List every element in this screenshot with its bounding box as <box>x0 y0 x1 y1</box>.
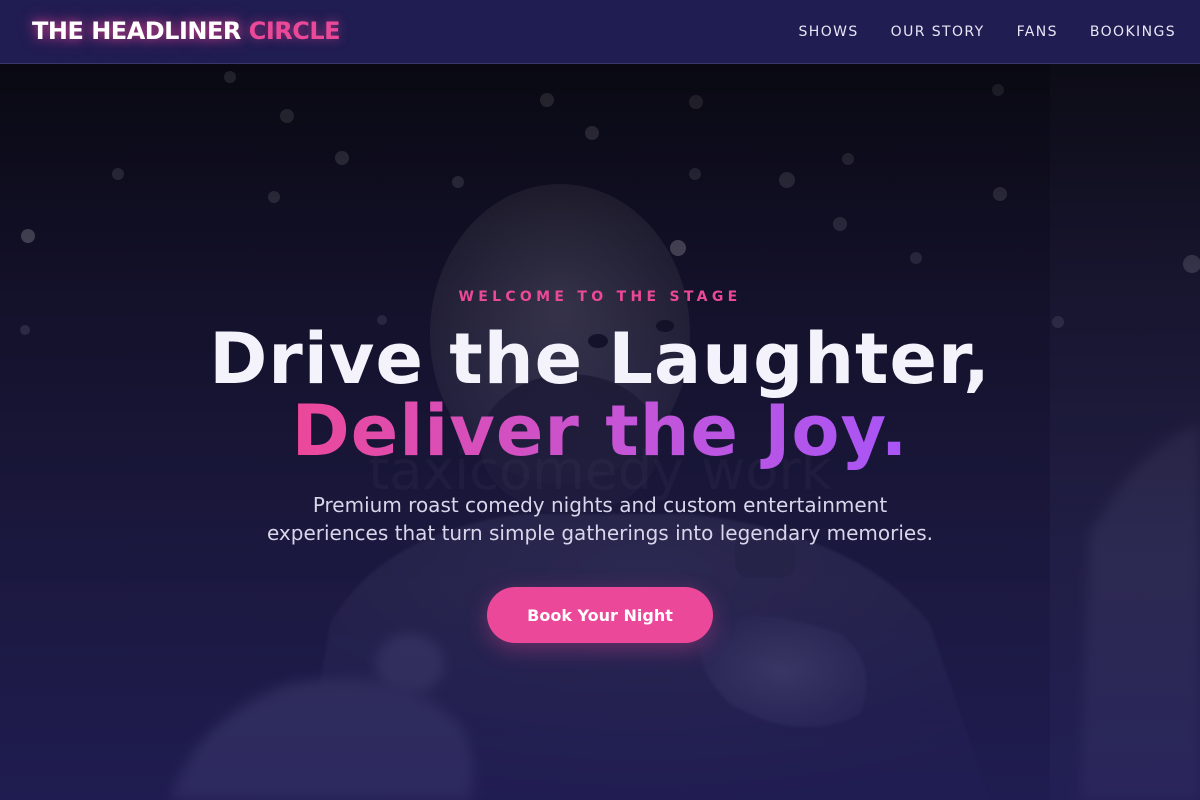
hero-eyebrow: WELCOME TO THE STAGE <box>458 289 742 305</box>
hero-subtitle: Premium roast comedy nights and custom e… <box>250 491 950 547</box>
nav-link-fans[interactable]: FANS <box>1017 24 1058 40</box>
nav-link-our-story[interactable]: OUR STORY <box>891 24 985 40</box>
book-your-night-button[interactable]: Book Your Night <box>487 587 713 643</box>
hero-section: taxicomedy work <box>0 64 1200 800</box>
main-nav: SHOWS OUR STORY FANS BOOKINGS <box>799 0 1177 64</box>
nav-link-shows[interactable]: SHOWS <box>799 24 859 40</box>
logo-accent-text: CIRCLE <box>248 17 341 45</box>
hero-subtitle-line2: experiences that turn simple gatherings … <box>266 521 934 545</box>
hero-subtitle-line1: Premium roast comedy nights and custom e… <box>312 493 888 517</box>
hero-headline-line1: Drive the Laughter, <box>209 318 991 400</box>
hero-content: WELCOME TO THE STAGE Drive the Laughter,… <box>0 64 1200 800</box>
landing-page: THE HEADLINER CIRCLE SHOWS OUR STORY FAN… <box>0 0 1200 800</box>
site-header: THE HEADLINER CIRCLE SHOWS OUR STORY FAN… <box>0 0 1200 64</box>
hero-headline-gradient-text: Deliver the Joy. <box>291 390 909 472</box>
nav-link-bookings[interactable]: BOOKINGS <box>1090 24 1176 40</box>
hero-headline-line2: Deliver the Joy. <box>0 390 1200 472</box>
site-logo[interactable]: THE HEADLINER CIRCLE <box>32 15 341 47</box>
logo-main-text: THE HEADLINER <box>32 17 241 45</box>
